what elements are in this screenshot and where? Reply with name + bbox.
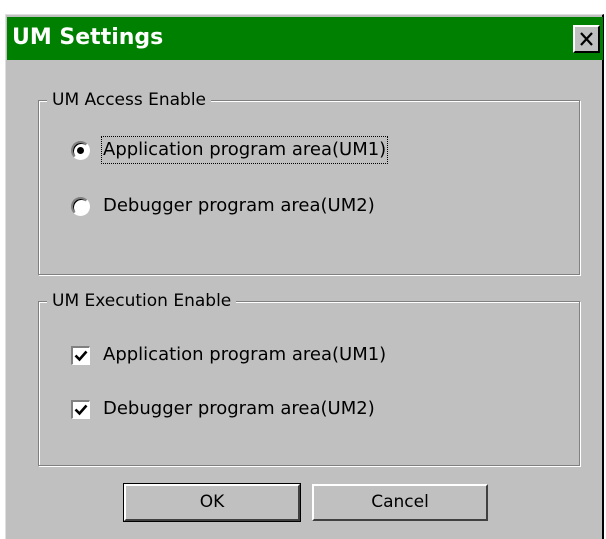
radio-button-selected[interactable] <box>71 141 90 160</box>
radio-debugger-um2-label[interactable]: Debugger program area(UM2) <box>103 194 375 218</box>
checkmark-icon <box>74 404 88 416</box>
radio-application-um1-label[interactable]: Application program area(UM1) <box>100 136 389 164</box>
ok-button[interactable]: OK <box>123 483 301 522</box>
radio-dot-icon <box>77 147 84 154</box>
radio-button-unselected[interactable] <box>71 197 90 216</box>
um-access-enable-group: UM Access Enable Application program are… <box>38 89 580 275</box>
title-bar[interactable]: UM Settings <box>7 17 603 60</box>
um-execution-enable-group: UM Execution Enable Application program … <box>38 290 580 466</box>
checkbox-application-um1-label[interactable]: Application program area(UM1) <box>103 343 386 367</box>
um-access-enable-legend: UM Access Enable <box>47 89 212 111</box>
close-button[interactable] <box>573 25 600 53</box>
cancel-button[interactable]: Cancel <box>312 484 488 521</box>
checkbox-checked[interactable] <box>71 400 90 419</box>
checkbox-checked[interactable] <box>71 346 90 365</box>
um-settings-dialog: UM Settings UM Access Enable Application… <box>5 14 604 539</box>
dialog-title: UM Settings <box>12 25 164 50</box>
checkmark-icon <box>74 350 88 362</box>
um-execution-enable-legend: UM Execution Enable <box>47 290 237 312</box>
close-icon <box>580 32 593 46</box>
checkbox-debugger-um2-label[interactable]: Debugger program area(UM2) <box>103 397 375 421</box>
